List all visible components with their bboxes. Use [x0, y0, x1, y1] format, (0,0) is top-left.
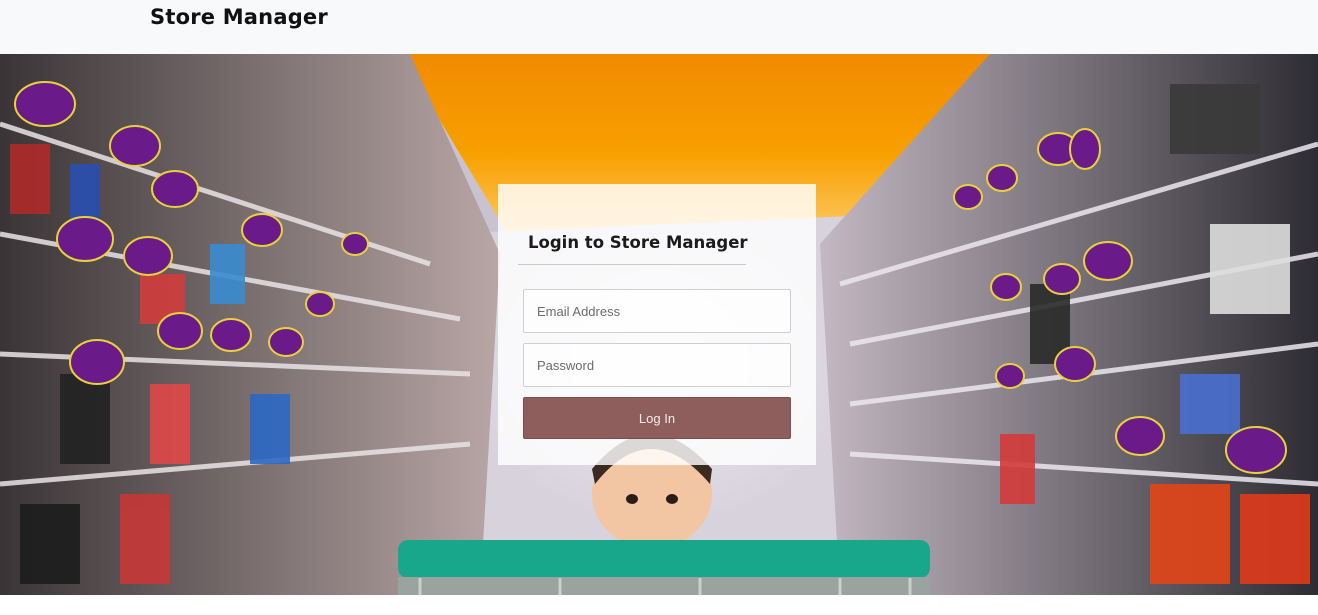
login-title: Login to Store Manager: [528, 233, 748, 252]
login-panel: Login to Store Manager Log In: [498, 184, 816, 465]
email-field[interactable]: [523, 289, 791, 333]
title-divider: [518, 264, 746, 265]
password-field[interactable]: [523, 343, 791, 387]
top-navbar: Store Manager: [0, 0, 1318, 54]
brand-title[interactable]: Store Manager: [150, 5, 328, 29]
login-button[interactable]: Log In: [523, 397, 791, 439]
